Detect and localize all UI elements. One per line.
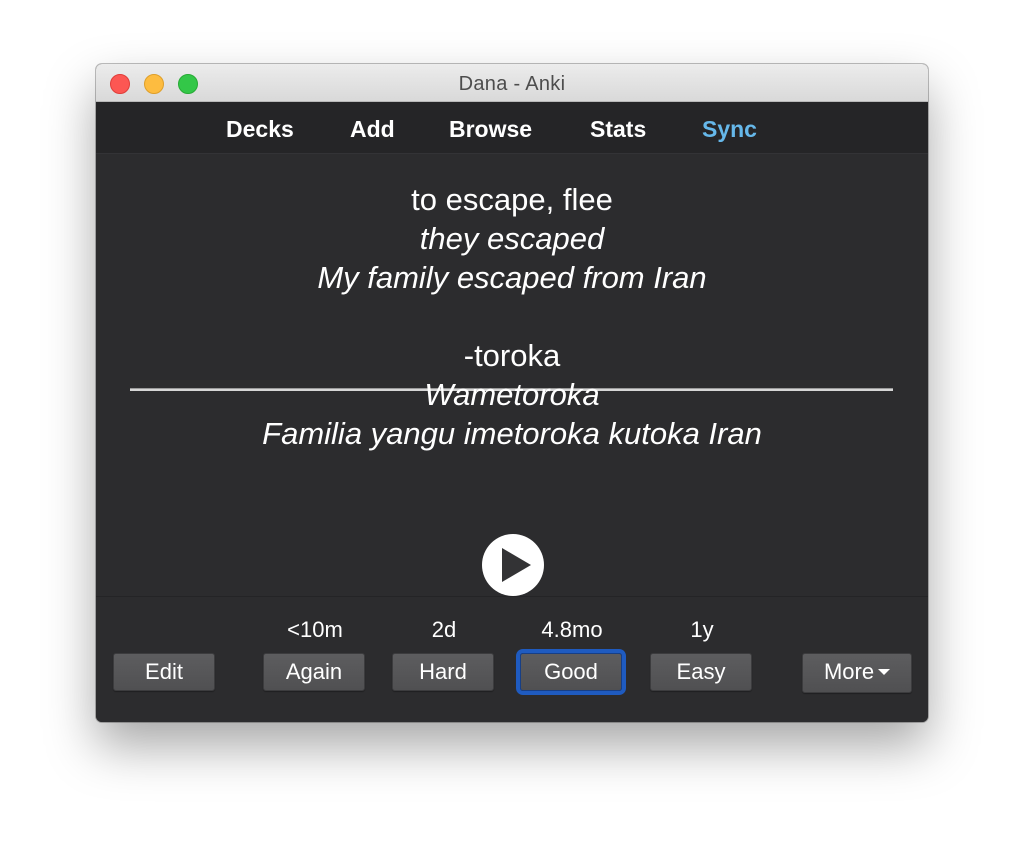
front-example: My family escaped from Iran xyxy=(317,260,707,295)
interval-again: <10m xyxy=(287,617,343,642)
nav-browse[interactable]: Browse xyxy=(449,116,532,143)
anki-window: Dana - Anki Decks Add Browse Stats Sync … xyxy=(96,64,928,722)
nav-add[interactable]: Add xyxy=(350,116,395,143)
front-conjugation: they escaped xyxy=(419,221,605,256)
dropdown-caret-icon xyxy=(878,669,891,676)
interval-hard: 2d xyxy=(431,617,457,642)
good-button[interactable]: Good xyxy=(520,653,622,691)
more-button[interactable]: More xyxy=(802,653,912,693)
interval-good: 4.8mo xyxy=(541,617,603,642)
title-bar[interactable]: Dana - Anki xyxy=(96,64,928,102)
nav-decks[interactable]: Decks xyxy=(226,116,294,143)
back-word: -toroka xyxy=(463,338,561,373)
window-title: Dana - Anki xyxy=(458,73,566,95)
hard-button[interactable]: Hard xyxy=(392,653,494,691)
play-icon xyxy=(502,548,531,582)
main-toolbar: Decks Add Browse Stats Sync xyxy=(96,102,928,154)
again-button[interactable]: Again xyxy=(263,653,365,691)
answer-bar: <10m 2d 4.8mo 1y Edit Again Hard Good Ea… xyxy=(96,596,928,722)
easy-button[interactable]: Easy xyxy=(650,653,752,691)
back-example: Familia yangu imetoroka kutoka Iran xyxy=(262,416,762,451)
nav-stats[interactable]: Stats xyxy=(590,116,646,143)
nav-sync[interactable]: Sync xyxy=(702,116,757,143)
more-label: More xyxy=(823,659,875,684)
front-word: to escape, flee xyxy=(411,182,613,217)
back-conjugation: Wametoroka xyxy=(424,377,600,412)
card-view: to escape, flee they escaped My family e… xyxy=(96,154,928,596)
play-audio-button[interactable] xyxy=(482,534,544,596)
edit-button[interactable]: Edit xyxy=(113,653,215,691)
interval-easy: 1y xyxy=(690,617,714,642)
